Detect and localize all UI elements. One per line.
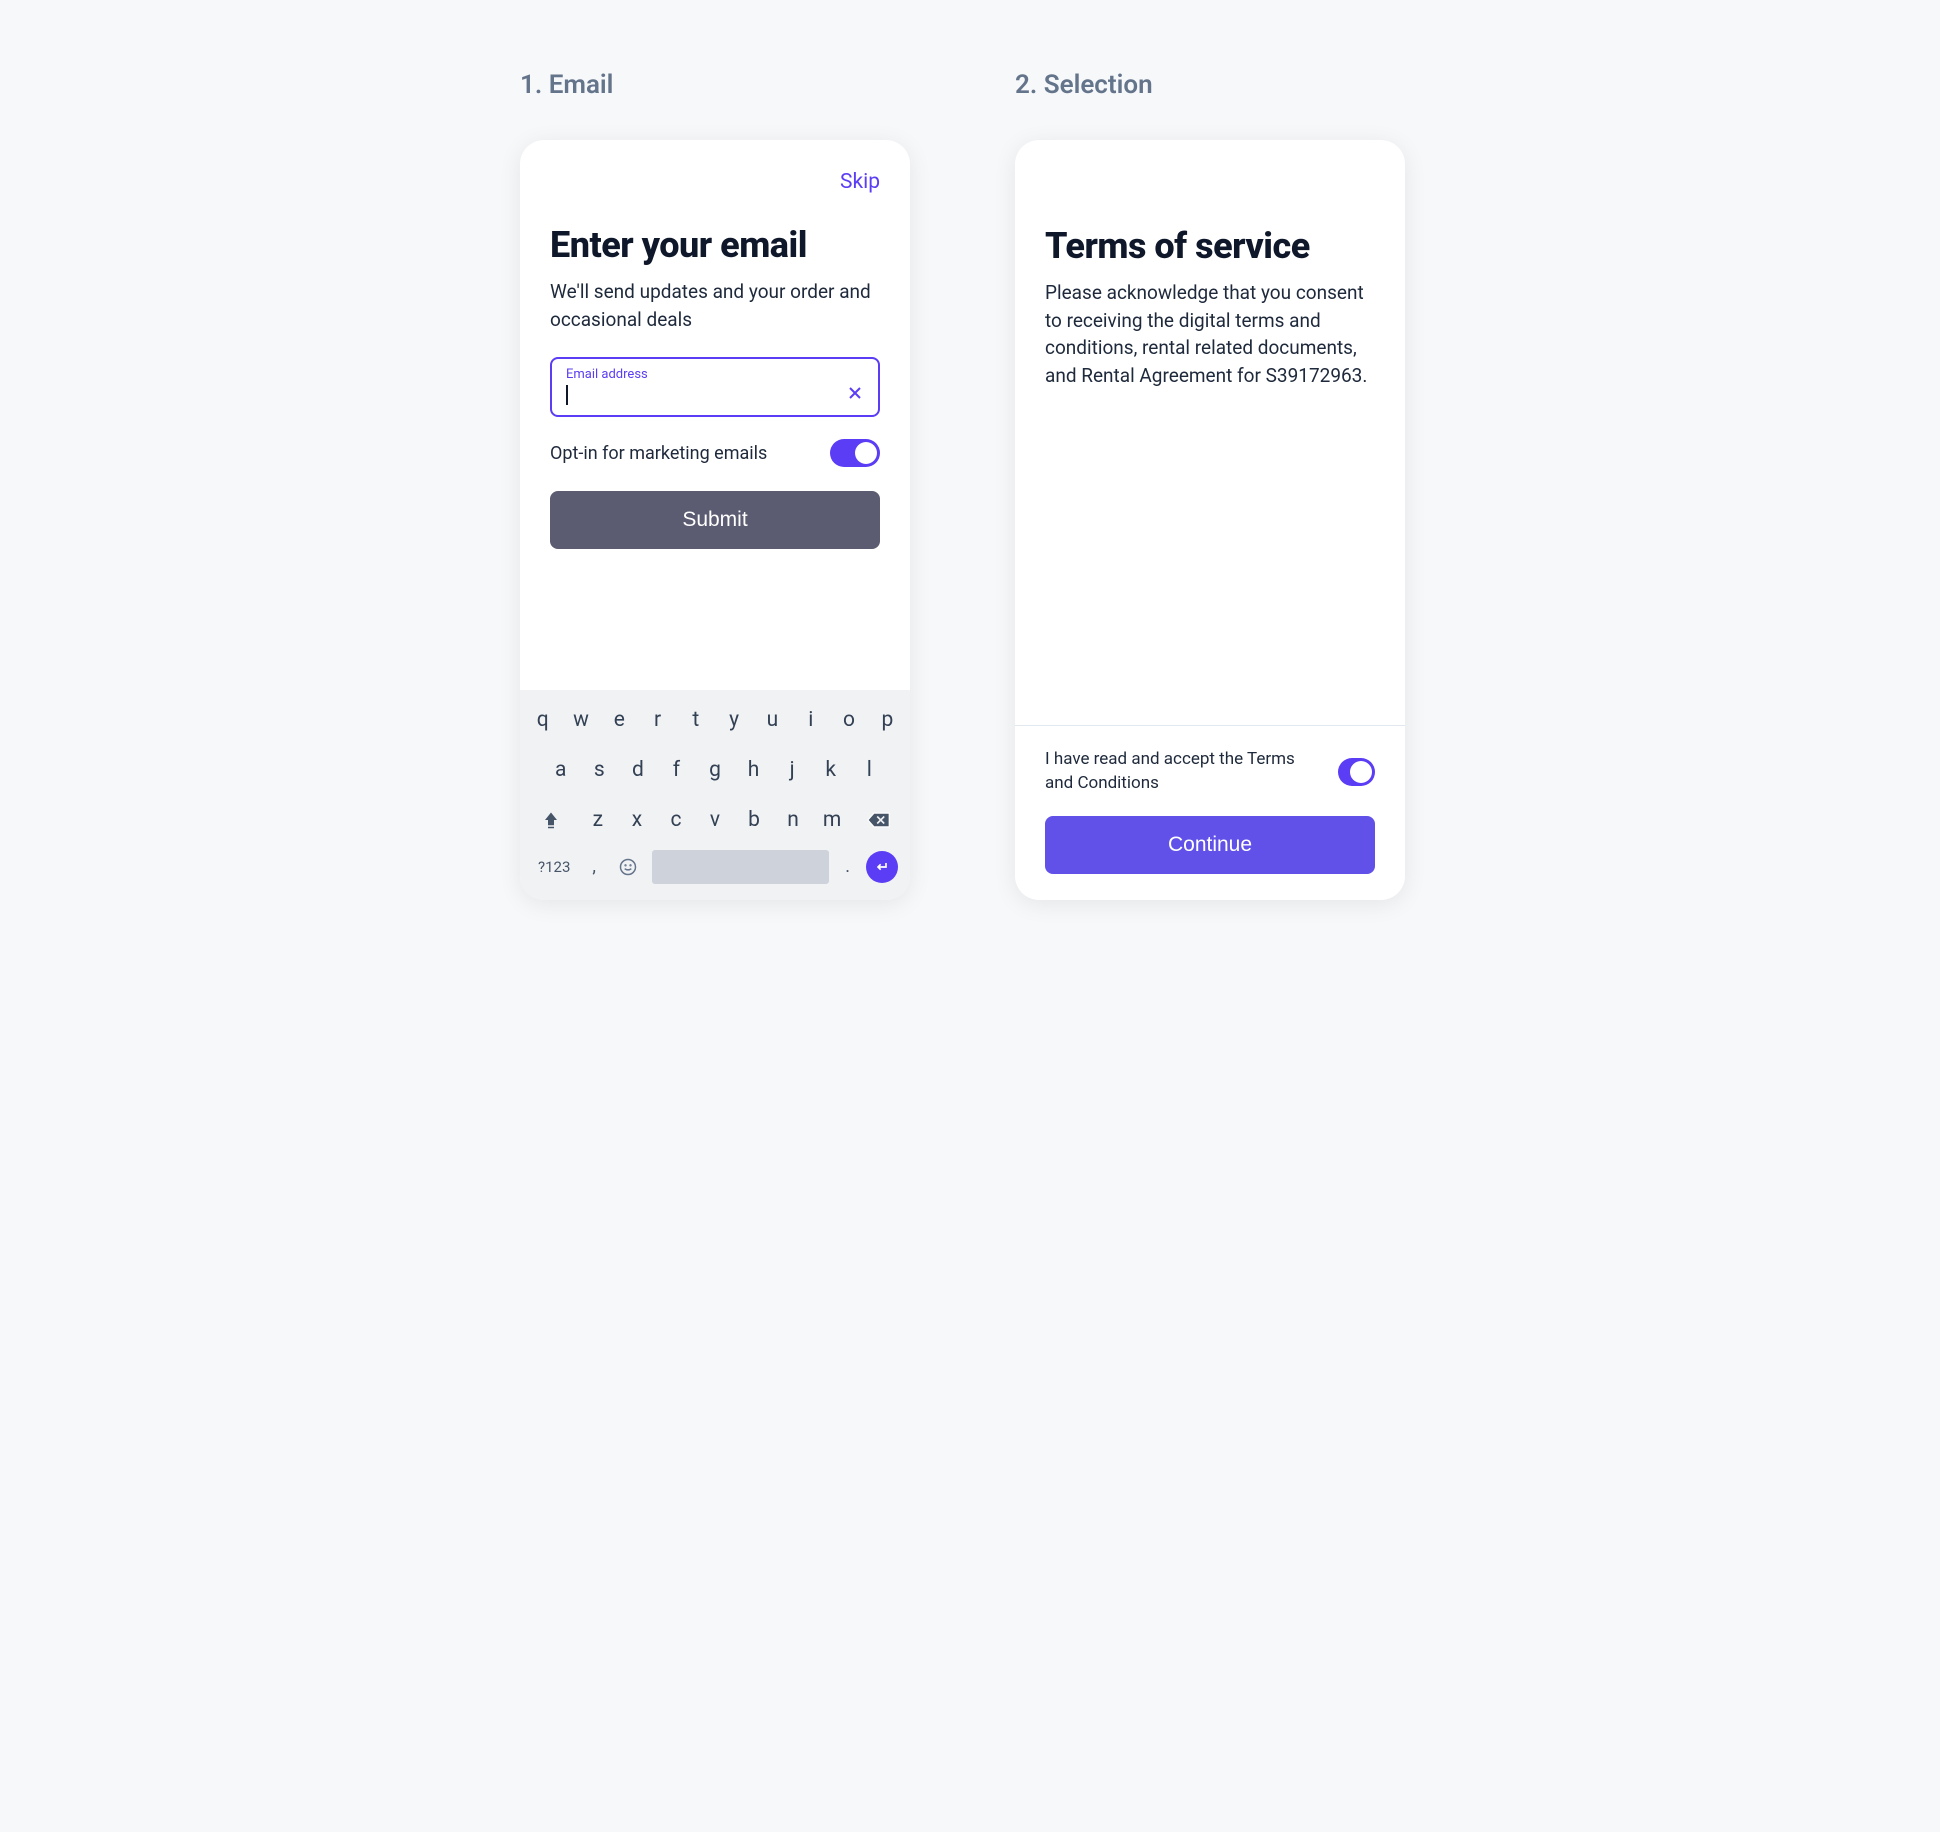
key-q[interactable]: q	[526, 700, 559, 740]
accept-label: I have read and accept the Terms and Con…	[1045, 748, 1318, 796]
emoji-key[interactable]	[612, 857, 644, 877]
key-e[interactable]: e	[603, 700, 636, 740]
section-2-title: 2. Selection	[1015, 70, 1420, 100]
period-key[interactable]: .	[837, 858, 858, 876]
key-z[interactable]: z	[581, 800, 615, 840]
key-d[interactable]: d	[621, 750, 655, 790]
email-heading: Enter your email	[550, 224, 880, 266]
key-l[interactable]: l	[852, 750, 886, 790]
section-1-title: 1. Email	[520, 70, 925, 100]
key-h[interactable]: h	[737, 750, 771, 790]
submit-button[interactable]: Submit	[550, 491, 880, 549]
email-input-label: Email address	[566, 367, 864, 382]
keyboard-row-2: asdfghjkl	[526, 750, 904, 790]
optin-label: Opt-in for marketing emails	[550, 443, 767, 464]
terms-heading: Terms of service	[1045, 225, 1375, 267]
key-p[interactable]: p	[871, 700, 904, 740]
continue-button[interactable]: Continue	[1045, 816, 1375, 874]
key-b[interactable]: b	[737, 800, 771, 840]
key-i[interactable]: i	[794, 700, 827, 740]
key-g[interactable]: g	[698, 750, 732, 790]
key-n[interactable]: n	[776, 800, 810, 840]
keyboard: qwertyuiop asdfghjkl zxcvbnm	[520, 690, 910, 900]
key-j[interactable]: j	[775, 750, 809, 790]
skip-link[interactable]: Skip	[840, 170, 880, 194]
email-subheading: We'll send updates and your order and oc…	[550, 278, 880, 333]
key-k[interactable]: k	[814, 750, 848, 790]
key-s[interactable]: s	[583, 750, 617, 790]
backspace-key[interactable]	[854, 811, 904, 829]
keyboard-row-1: qwertyuiop	[526, 700, 904, 740]
phone-screen-terms: Terms of service Please acknowledge that…	[1015, 140, 1405, 900]
key-u[interactable]: u	[756, 700, 789, 740]
shift-key[interactable]	[526, 811, 576, 829]
key-w[interactable]: w	[564, 700, 597, 740]
key-m[interactable]: m	[815, 800, 849, 840]
keyboard-row-4: ?123 , .	[526, 850, 904, 884]
phone-screen-email: Skip Enter your email We'll send updates…	[520, 140, 910, 900]
space-key[interactable]	[652, 850, 829, 884]
keyboard-row-3: zxcvbnm	[526, 800, 904, 840]
key-x[interactable]: x	[620, 800, 654, 840]
key-c[interactable]: c	[659, 800, 693, 840]
key-a[interactable]: a	[544, 750, 578, 790]
key-v[interactable]: v	[698, 800, 732, 840]
accept-toggle[interactable]	[1338, 758, 1375, 786]
key-f[interactable]: f	[660, 750, 694, 790]
clear-icon[interactable]	[846, 384, 864, 405]
terms-body: Please acknowledge that you consent to r…	[1045, 279, 1375, 389]
text-cursor	[566, 385, 568, 405]
enter-key[interactable]	[866, 851, 898, 883]
key-t[interactable]: t	[679, 700, 712, 740]
email-input-wrapper[interactable]: Email address	[550, 357, 880, 417]
comma-key[interactable]: ,	[584, 858, 604, 876]
key-o[interactable]: o	[832, 700, 865, 740]
key-y[interactable]: y	[718, 700, 751, 740]
optin-toggle[interactable]	[830, 439, 880, 467]
numeric-key[interactable]: ?123	[532, 858, 576, 876]
key-r[interactable]: r	[641, 700, 674, 740]
